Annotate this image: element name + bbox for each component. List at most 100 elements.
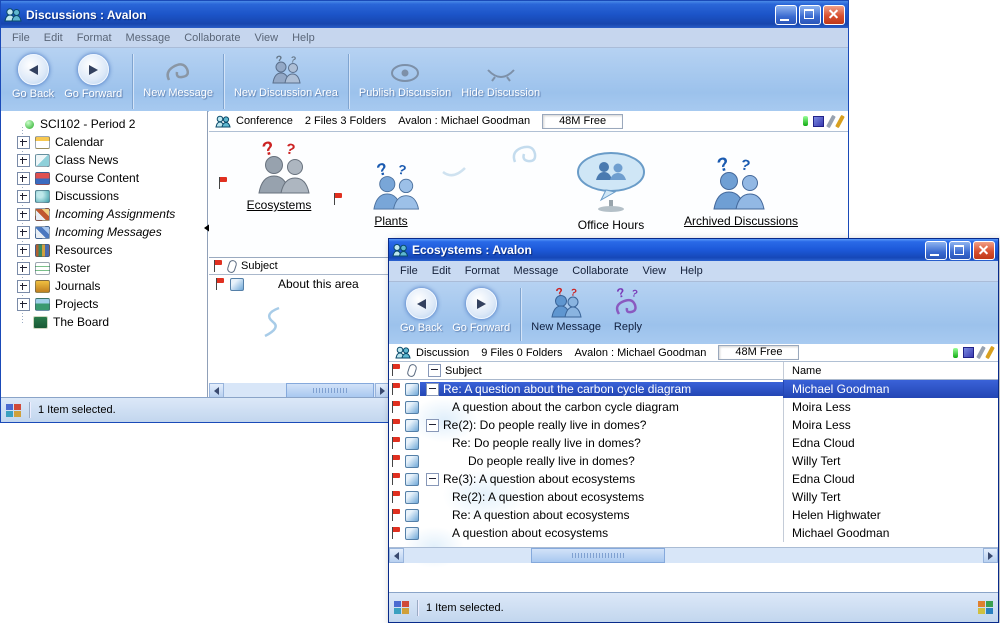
menu-help[interactable]: Help [285,32,322,44]
scroll-left-button[interactable] [209,383,224,398]
scrollbar-thumb[interactable] [531,548,664,563]
sidebar-item-class-news[interactable]: Class News [1,151,207,169]
publish-discussion-button[interactable]: Publish Discussion [354,53,456,100]
collapse-icon[interactable] [426,473,439,486]
scrollbar-track[interactable] [224,383,375,398]
message-row[interactable]: Re: Do people really live in domes? Edna… [389,434,998,452]
flag-column-icon[interactable] [213,260,223,273]
message-row[interactable]: Re: A question about the carbon cycle di… [389,380,998,398]
menu-file[interactable]: File [5,32,37,44]
sidebar-item-the-board[interactable]: The Board [1,313,207,331]
expand-icon[interactable] [17,154,30,167]
list-item[interactable]: About this area [209,275,389,293]
maximize-button[interactable] [949,241,971,260]
minimize-button[interactable] [775,5,797,25]
attachment-column-icon[interactable] [226,259,238,274]
desktop-icon-archived-discussions[interactable]: ? ? Archived Discussions [681,154,801,228]
go-back-button[interactable]: Go Back [7,53,59,101]
go-forward-button[interactable]: Go Forward [59,53,127,101]
sidebar-item-incoming-assignments[interactable]: Incoming Assignments [1,205,207,223]
desktop-icon-plants[interactable]: ? ? Plants [331,160,451,228]
horizontal-scrollbar[interactable] [389,547,998,563]
sidebar-item-projects[interactable]: Projects [1,295,207,313]
flag-icon [391,401,401,414]
expand-icon[interactable] [17,136,30,149]
go-forward-button[interactable]: Go Forward [447,287,515,335]
menu-file[interactable]: File [393,265,425,277]
menu-message[interactable]: Message [507,265,566,277]
message-author: Moira Less [783,416,998,434]
menu-help[interactable]: Help [673,265,710,277]
close-button[interactable] [973,241,995,260]
scrollbar-track[interactable] [404,548,983,563]
sidebar-item-roster[interactable]: Roster [1,259,207,277]
sidebar-item-course-content[interactable]: Course Content [1,169,207,187]
scrollbar-thumb[interactable] [286,383,374,398]
message-row[interactable]: Re: A question about ecosystems Helen Hi… [389,506,998,524]
close-button[interactable] [823,5,845,25]
menu-format[interactable]: Format [70,32,119,44]
message-row[interactable]: Re(2): Do people really live in domes? M… [389,416,998,434]
collapse-all-icon[interactable] [428,364,441,377]
menu-view[interactable]: View [247,32,285,44]
scroll-left-button[interactable] [389,548,404,563]
scroll-right-button[interactable] [983,548,998,563]
menu-message[interactable]: Message [119,32,178,44]
minimize-button[interactable] [925,241,947,260]
window-layout-icon[interactable] [6,404,21,417]
sidebar-item-discussions[interactable]: Discussions [1,187,207,205]
sidebar-item-calendar[interactable]: Calendar [1,133,207,151]
new-discussion-area-button[interactable]: ? ? New Discussion Area [229,53,343,100]
collapse-icon[interactable] [426,383,439,396]
expand-icon[interactable] [17,262,30,275]
message-row[interactable]: Re(2): A question about ecosystems Willy… [389,488,998,506]
menu-collaborate[interactable]: Collaborate [565,265,635,277]
attachment-column-icon[interactable] [406,363,418,378]
menu-edit[interactable]: Edit [37,32,70,44]
toolbar-separator [132,54,133,109]
sidebar-item-journals[interactable]: Journals [1,277,207,295]
reply-button[interactable]: ? ? Reply [606,287,650,334]
horizontal-scrollbar[interactable] [209,383,390,398]
desktop-icon-office-hours[interactable]: Office Hours [551,150,671,232]
title-bar[interactable]: Ecosystems : Avalon [389,239,998,261]
flag-column-icon[interactable] [391,364,401,377]
menu-view[interactable]: View [635,265,673,277]
menu-format[interactable]: Format [458,265,507,277]
message-row[interactable]: Re(3): A question about ecosystems Edna … [389,470,998,488]
expand-icon[interactable] [17,298,30,311]
expand-icon[interactable] [17,190,30,203]
sidebar-item-resources[interactable]: Resources [1,241,207,259]
split-view-icon[interactable] [978,601,993,614]
expand-icon[interactable] [17,226,30,239]
collapse-icon[interactable] [426,419,439,432]
expand-icon[interactable] [17,172,30,185]
go-back-button[interactable]: Go Back [395,287,447,335]
subject-column-header[interactable]: Subject [241,260,278,272]
menu-edit[interactable]: Edit [425,265,458,277]
connection-led-icon [953,348,958,358]
expand-icon[interactable] [17,280,30,293]
approve-pencil-icon[interactable] [835,114,845,127]
sidebar-item-incoming-messages[interactable]: Incoming Messages [1,223,207,241]
expand-icon[interactable] [17,208,30,221]
expand-icon[interactable] [17,244,30,257]
subject-column-header[interactable]: Subject [445,365,482,377]
new-message-button[interactable]: New Message [138,53,218,100]
view-mode-icon[interactable] [813,116,824,127]
message-row[interactable]: A question about the carbon cycle diagra… [389,398,998,416]
maximize-button[interactable] [799,5,821,25]
view-mode-icon[interactable] [963,347,974,358]
approve-pencil-icon[interactable] [985,346,995,359]
menu-collaborate[interactable]: Collaborate [177,32,247,44]
message-row[interactable]: Do people really live in domes? Willy Te… [389,452,998,470]
window-layout-icon[interactable] [394,601,409,614]
title-bar[interactable]: Discussions : Avalon [1,1,848,28]
sidebar-item-root[interactable]: SCI102 - Period 2 [1,115,207,133]
new-message-button[interactable]: ? ? New Message [526,287,606,334]
message-row[interactable]: A question about ecosystems Michael Good… [389,524,998,542]
board-icon [33,316,48,329]
desktop-icon-ecosystems[interactable]: ? ? Ecosystems [219,138,339,212]
name-column-header[interactable]: Name [783,362,998,379]
hide-discussion-button[interactable]: Hide Discussion [456,53,545,100]
